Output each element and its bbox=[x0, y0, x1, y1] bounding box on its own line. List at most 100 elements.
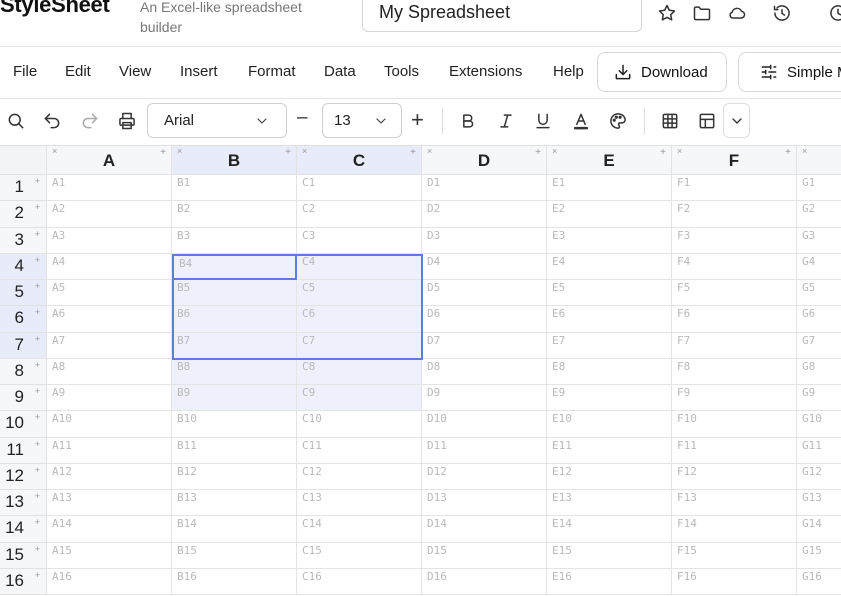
search-icon[interactable] bbox=[4, 109, 28, 133]
row-header-11[interactable]: 11 + bbox=[0, 437, 47, 464]
increase-font-size-button[interactable]: + bbox=[411, 107, 424, 133]
cell-c3[interactable]: C3 bbox=[297, 227, 422, 254]
add-row-icon[interactable]: + bbox=[35, 412, 40, 422]
menu-item-format[interactable]: Format bbox=[248, 63, 296, 80]
cell-e5[interactable]: E5 bbox=[547, 280, 672, 307]
cell-d15[interactable]: D15 bbox=[422, 542, 547, 569]
cell-c9[interactable]: C9 bbox=[297, 385, 422, 412]
cell-f9[interactable]: F9 bbox=[672, 385, 797, 412]
borders-icon[interactable] bbox=[658, 109, 682, 133]
cell-c5[interactable]: C5 bbox=[297, 280, 422, 307]
cell-g4[interactable]: G4 bbox=[797, 254, 841, 280]
simple-mode-button[interactable]: Simple Mode bbox=[738, 52, 841, 92]
cell-a13[interactable]: A13 bbox=[47, 490, 172, 517]
cell-b6[interactable]: B6 bbox=[172, 306, 297, 333]
row-header-14[interactable]: 14 + bbox=[0, 516, 47, 543]
cell-a3[interactable]: A3 bbox=[47, 227, 172, 254]
add-row-icon[interactable]: + bbox=[35, 255, 40, 265]
delete-column-icon[interactable]: × bbox=[302, 137, 307, 166]
add-row-icon[interactable]: + bbox=[35, 386, 40, 396]
cell-e6[interactable]: E6 bbox=[547, 306, 672, 333]
add-column-icon[interactable]: + bbox=[785, 138, 791, 167]
undo-icon[interactable] bbox=[40, 109, 64, 133]
select-all-corner[interactable] bbox=[0, 146, 47, 175]
cell-g6[interactable]: G6 bbox=[797, 306, 841, 333]
add-row-icon[interactable]: + bbox=[35, 491, 40, 501]
cell-e16[interactable]: E16 bbox=[547, 568, 672, 595]
column-header-e[interactable]: × E + bbox=[547, 146, 672, 175]
cell-e9[interactable]: E9 bbox=[547, 385, 672, 412]
font-family-select[interactable]: Arial bbox=[147, 103, 287, 138]
redo-icon[interactable] bbox=[78, 109, 102, 133]
font-size-select[interactable]: 13 bbox=[322, 103, 402, 138]
row-header-4[interactable]: 4 + bbox=[0, 253, 47, 280]
cell-e12[interactable]: E12 bbox=[547, 463, 672, 490]
column-header-c[interactable]: × C + bbox=[297, 146, 422, 175]
cell-a6[interactable]: A6 bbox=[47, 306, 172, 333]
cell-e7[interactable]: E7 bbox=[547, 332, 672, 359]
cell-g15[interactable]: G15 bbox=[797, 543, 841, 569]
cell-g11[interactable]: G11 bbox=[797, 438, 841, 464]
cell-f13[interactable]: F13 bbox=[672, 490, 797, 517]
delete-column-icon[interactable]: × bbox=[552, 137, 557, 166]
cell-d14[interactable]: D14 bbox=[422, 516, 547, 543]
cell-f8[interactable]: F8 bbox=[672, 358, 797, 385]
menu-item-edit[interactable]: Edit bbox=[65, 63, 91, 80]
row-header-15[interactable]: 15 + bbox=[0, 542, 47, 569]
cell-a1[interactable]: A1 bbox=[47, 175, 172, 202]
cell-d3[interactable]: D3 bbox=[422, 227, 547, 254]
cell-b13[interactable]: B13 bbox=[172, 490, 297, 517]
add-row-icon[interactable]: + bbox=[35, 281, 40, 291]
cell-c4[interactable]: C4 bbox=[297, 253, 422, 280]
cell-g16[interactable]: G16 bbox=[797, 569, 841, 595]
italic-icon[interactable] bbox=[494, 109, 518, 133]
column-header-g[interactable]: ×G+ bbox=[797, 146, 841, 175]
cell-b9[interactable]: B9 bbox=[172, 385, 297, 412]
cell-e11[interactable]: E11 bbox=[547, 437, 672, 464]
menu-item-help[interactable]: Help bbox=[553, 63, 584, 80]
decrease-font-size-button[interactable]: – bbox=[297, 107, 308, 129]
cell-d10[interactable]: D10 bbox=[422, 411, 547, 438]
cell-d11[interactable]: D11 bbox=[422, 437, 547, 464]
add-column-icon[interactable]: + bbox=[160, 138, 166, 167]
row-header-2[interactable]: 2 + bbox=[0, 201, 47, 228]
cell-d2[interactable]: D2 bbox=[422, 201, 547, 228]
cell-d9[interactable]: D9 bbox=[422, 385, 547, 412]
column-header-a[interactable]: × A + bbox=[47, 146, 172, 175]
cell-a14[interactable]: A14 bbox=[47, 516, 172, 543]
cell-f4[interactable]: F4 bbox=[672, 253, 797, 280]
column-header-d[interactable]: × D + bbox=[422, 146, 547, 175]
print-icon[interactable] bbox=[115, 109, 139, 133]
add-row-icon[interactable]: + bbox=[35, 176, 40, 186]
cell-e1[interactable]: E1 bbox=[547, 175, 672, 202]
cell-e3[interactable]: E3 bbox=[547, 227, 672, 254]
menu-item-insert[interactable]: Insert bbox=[180, 63, 218, 80]
cell-b11[interactable]: B11 bbox=[172, 437, 297, 464]
cell-e2[interactable]: E2 bbox=[547, 201, 672, 228]
cell-c2[interactable]: C2 bbox=[297, 201, 422, 228]
menu-item-data[interactable]: Data bbox=[324, 63, 356, 80]
cloud-icon[interactable] bbox=[726, 2, 748, 24]
cell-c10[interactable]: C10 bbox=[297, 411, 422, 438]
cell-e4[interactable]: E4 bbox=[547, 253, 672, 280]
add-row-icon[interactable]: + bbox=[35, 229, 40, 239]
row-header-16[interactable]: 16 + bbox=[0, 568, 47, 595]
row-header-1[interactable]: 1 + bbox=[0, 175, 47, 202]
add-row-icon[interactable]: + bbox=[35, 307, 40, 317]
add-column-icon[interactable]: + bbox=[410, 138, 416, 167]
cell-e15[interactable]: E15 bbox=[547, 542, 672, 569]
add-row-icon[interactable]: + bbox=[35, 334, 40, 344]
clock-icon[interactable] bbox=[827, 2, 841, 24]
row-header-3[interactable]: 3 + bbox=[0, 227, 47, 254]
cell-a12[interactable]: A12 bbox=[47, 463, 172, 490]
cell-d6[interactable]: D6 bbox=[422, 306, 547, 333]
delete-column-icon[interactable]: × bbox=[427, 137, 432, 166]
delete-column-icon[interactable]: × bbox=[802, 137, 807, 166]
add-row-icon[interactable]: + bbox=[35, 544, 40, 554]
column-header-f[interactable]: × F + bbox=[672, 146, 797, 175]
row-header-5[interactable]: 5 + bbox=[0, 280, 47, 307]
table-icon[interactable] bbox=[695, 109, 719, 133]
cell-d16[interactable]: D16 bbox=[422, 568, 547, 595]
download-button[interactable]: Download bbox=[597, 52, 727, 92]
cell-b7[interactable]: B7 bbox=[172, 332, 297, 359]
